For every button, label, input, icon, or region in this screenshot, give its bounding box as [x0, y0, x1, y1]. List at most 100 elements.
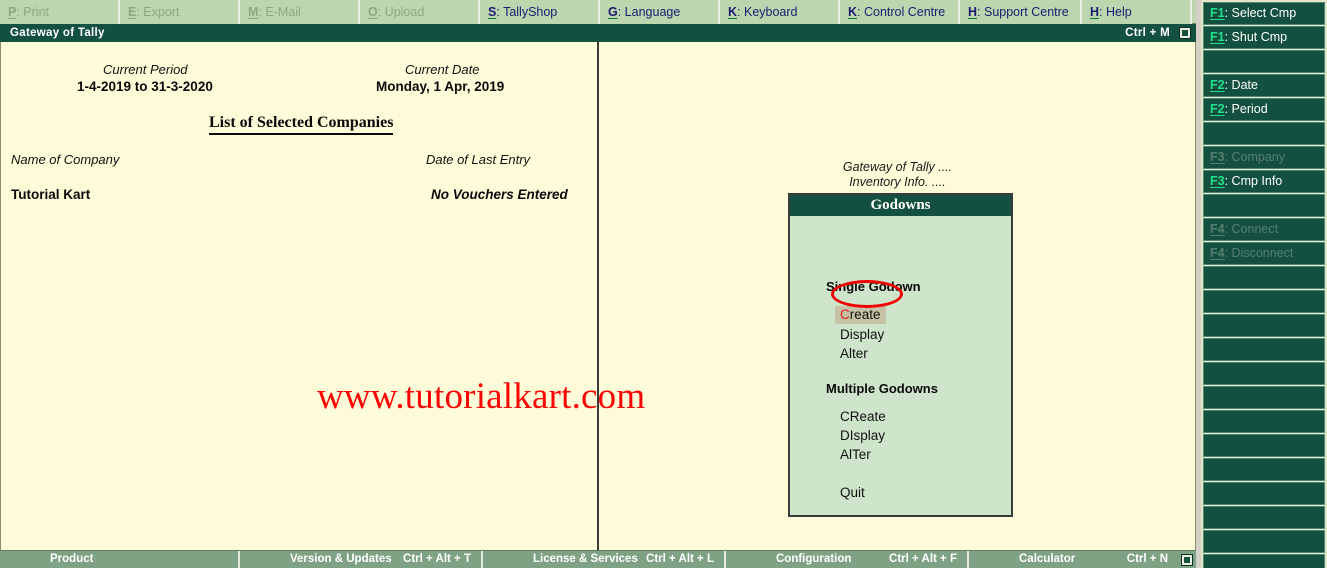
sidebar-button-label: : Period	[1224, 102, 1268, 116]
menu-item-single-display-label: isplay	[849, 327, 885, 342]
sidebar-button-blank-22	[1203, 530, 1325, 553]
top-button-language[interactable]: G: Language	[600, 0, 720, 24]
sidebar-button-blank-13	[1203, 314, 1325, 337]
status-calculator-shortcut: Ctrl + N	[1126, 553, 1168, 565]
sidebar-button-blank-23	[1203, 554, 1325, 568]
column-header-last-entry: Date of Last Entry	[426, 152, 531, 167]
godowns-menu-panel: Godowns Single Godown Create Display Alt…	[788, 193, 1013, 517]
sidebar-button-f3-company: F3: Company	[1203, 146, 1325, 169]
sidebar-button-f4-disconnect: F4: Disconnect	[1203, 242, 1325, 265]
status-calculator[interactable]: Calculator Ctrl + N	[969, 551, 1196, 568]
status-product[interactable]: Product	[0, 551, 240, 568]
sidebar-button-blank-8	[1203, 194, 1325, 217]
sidebar-button-hotkey: F1	[1210, 30, 1225, 44]
menu-item-multiple-alter-label: er	[858, 447, 871, 462]
window-shortcut-hint: Ctrl + M	[1125, 27, 1170, 39]
vertical-divider	[597, 42, 599, 550]
sidebar-button-blank-17	[1203, 410, 1325, 433]
godowns-menu-title: Godowns	[790, 195, 1011, 216]
top-button-e-mail: M: E-Mail	[240, 0, 360, 24]
top-button-label: : Keyboard	[737, 5, 798, 19]
maximize-box-icon[interactable]	[1179, 27, 1191, 39]
top-button-label: : TallyShop	[496, 5, 558, 19]
top-button-control-centre[interactable]: K: Control Centre	[840, 0, 960, 24]
top-button-bar: P: Print E: Export M: E-Mail O: Upload S: Ta…	[0, 0, 1196, 24]
top-button-upload: O: Upload	[360, 0, 480, 24]
menu-item-multiple-alter-hotkey: AlT	[840, 447, 859, 462]
sidebar-button-hotkey: F4	[1210, 246, 1225, 260]
sidebar-button-label: : Connect	[1224, 222, 1279, 236]
status-version-updates[interactable]: Version & Updates Ctrl + Alt + T	[240, 551, 483, 568]
sidebar-button-blank-18	[1203, 434, 1325, 457]
sidebar-button-hotkey: F3	[1210, 174, 1225, 188]
sidebar-button-hotkey: F4	[1210, 222, 1225, 236]
breadcrumb: Gateway of Tally .... Inventory Info. ..…	[782, 160, 1013, 190]
watermark-text: www.tutorialkart.com	[317, 376, 646, 417]
top-button-hotkey: M	[248, 5, 259, 19]
top-button-support-centre[interactable]: H: Support Centre	[960, 0, 1082, 24]
menu-item-multiple-create[interactable]: CReate	[840, 409, 886, 424]
top-button-tallyshop[interactable]: S: TallyShop	[480, 0, 600, 24]
top-button-keyboard[interactable]: K: Keyboard	[720, 0, 840, 24]
sidebar-button-f3-cmp-info[interactable]: F3: Cmp Info	[1203, 170, 1325, 193]
top-button-hotkey: G	[608, 5, 618, 19]
sidebar-button-f2-date[interactable]: F2: Date	[1203, 74, 1325, 97]
company-row-last-entry: No Vouchers Entered	[431, 187, 568, 202]
top-button-label: : E-Mail	[258, 5, 301, 19]
top-button-label: : Print	[16, 5, 49, 19]
status-license-services[interactable]: License & Services Ctrl + Alt + L	[483, 551, 726, 568]
status-configuration-label: Configuration	[776, 553, 852, 565]
godowns-menu-body: Single Godown Create Display Alter Multi…	[790, 216, 1011, 515]
right-button-sidebar: F1: Select Cmp F1: Shut Cmp F2: Date F2: Pe…	[1201, 0, 1327, 568]
menu-item-single-alter[interactable]: Alter	[840, 346, 868, 361]
sidebar-button-blank-5	[1203, 122, 1325, 145]
current-period-value: 1-4-2019 to 31-3-2020	[77, 79, 213, 94]
statusbar-maximize-box-icon[interactable]	[1181, 554, 1193, 566]
column-header-company-name: Name of Company	[11, 152, 120, 167]
breadcrumb-line-2: Inventory Info. ....	[849, 175, 946, 189]
top-button-label: : Language	[617, 5, 681, 19]
top-button-label: : Control Centre	[857, 5, 946, 19]
status-configuration[interactable]: Configuration Ctrl + Alt + F	[726, 551, 969, 568]
top-button-label: : Support Centre	[977, 5, 1069, 19]
bottom-status-bar: Product Version & Updates Ctrl + Alt + T…	[0, 550, 1196, 568]
menu-item-multiple-alter[interactable]: AlTer	[840, 447, 871, 462]
top-button-help[interactable]: H: Help	[1082, 0, 1192, 24]
window-title-bar: Gateway of Tally Ctrl + M	[0, 24, 1196, 42]
menu-item-single-alter-hotkey: A	[840, 346, 850, 361]
sidebar-button-hotkey: F1	[1210, 6, 1225, 20]
sidebar-button-label: : Company	[1224, 150, 1286, 164]
sidebar-button-label: : Disconnect	[1224, 246, 1294, 260]
window-title: Gateway of Tally	[10, 27, 105, 39]
menu-item-multiple-display[interactable]: DIsplay	[840, 428, 885, 443]
sidebar-button-blank-16	[1203, 386, 1325, 409]
sidebar-button-hotkey: F2	[1210, 102, 1225, 116]
breadcrumb-line-1: Gateway of Tally ....	[842, 160, 953, 174]
menu-item-single-alter-label: lter	[849, 346, 868, 361]
sidebar-button-blank-19	[1203, 458, 1325, 481]
current-date-value: Monday, 1 Apr, 2019	[376, 79, 505, 94]
current-period-label: Current Period	[103, 62, 188, 77]
top-button-hotkey: H	[1090, 5, 1100, 19]
top-button-hotkey: K	[848, 5, 858, 19]
sidebar-button-f1-shut-cmp[interactable]: F1: Shut Cmp	[1203, 26, 1325, 49]
top-button-hotkey: K	[728, 5, 738, 19]
sidebar-button-f1-select-cmp[interactable]: F1: Select Cmp	[1203, 2, 1325, 25]
top-button-label: : Export	[136, 5, 180, 19]
status-calculator-label: Calculator	[1019, 553, 1076, 565]
status-version-shortcut: Ctrl + Alt + T	[403, 553, 471, 565]
menu-item-quit[interactable]: Quit	[840, 485, 865, 500]
menu-item-single-display-hotkey: D	[840, 327, 850, 342]
sidebar-button-label: : Select Cmp	[1224, 6, 1297, 20]
sidebar-button-label: : Shut Cmp	[1224, 30, 1288, 44]
company-row-name[interactable]: Tutorial Kart	[11, 187, 90, 202]
sidebar-button-label: : Date	[1224, 78, 1258, 92]
top-button-hotkey: O	[368, 5, 378, 19]
menu-item-single-create[interactable]: Create	[835, 306, 886, 324]
menu-item-single-display[interactable]: Display	[840, 327, 884, 342]
sidebar-button-blank-20	[1203, 482, 1325, 505]
sidebar-button-f2-period[interactable]: F2: Period	[1203, 98, 1325, 121]
menu-item-multiple-display-label: splay	[853, 428, 886, 443]
top-button-label: : Upload	[377, 5, 425, 19]
top-button-hotkey: H	[968, 5, 978, 19]
